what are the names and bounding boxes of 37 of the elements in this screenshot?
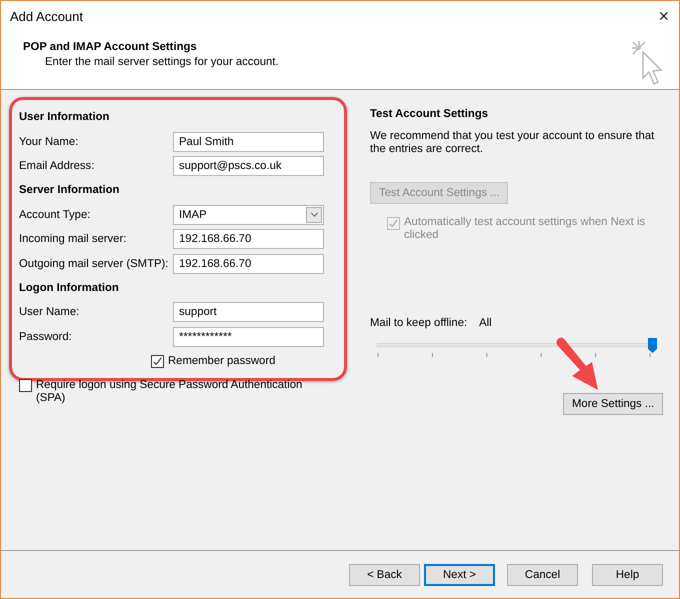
offline-slider[interactable] (377, 338, 657, 360)
input-field[interactable]: ************ (173, 326, 324, 347)
input-field[interactable]: support (173, 302, 324, 322)
section-heading: Test Account Settings (370, 108, 489, 120)
dialog-button[interactable]: < Back (349, 564, 420, 586)
input-field[interactable]: Paul Smith (173, 132, 324, 152)
dialog-button[interactable]: Next > (424, 564, 496, 586)
field-label: Incoming mail server: (19, 233, 128, 246)
section-heading: User Information (19, 111, 110, 124)
input-field[interactable]: 192.168.66.70 (173, 254, 324, 274)
field-label: Your Name: (19, 136, 80, 148)
window-title: Add Account (10, 9, 83, 24)
close-button[interactable]: × (654, 6, 673, 27)
offline-value: All (479, 317, 492, 329)
field-label: Account Type: (19, 208, 92, 221)
checkbox[interactable] (19, 379, 32, 392)
dialog-button[interactable]: Help (592, 564, 663, 586)
account-type-dropdown[interactable]: IMAP (173, 204, 324, 225)
description-text: We recommend that you test your account to ensure that the entries are correct. (370, 130, 656, 156)
offline-label: Mail to keep offline: (370, 317, 468, 329)
input-field[interactable]: support@pscs.co.uk (173, 156, 324, 176)
field-label: Outgoing mail server (SMTP): (19, 258, 170, 270)
page-title: POP and IMAP Account Settings (23, 41, 198, 53)
section-heading: Server Information (19, 184, 120, 196)
dialog-button[interactable]: Cancel (507, 564, 578, 586)
checkbox-label[interactable]: Remember password (168, 355, 276, 368)
field-label: User Name: (19, 306, 80, 318)
input-field[interactable]: 192.168.66.70 (173, 229, 324, 250)
more-settings-button[interactable]: More Settings ... (563, 393, 663, 415)
section-heading: Logon Information (19, 282, 119, 294)
page-subtitle: Enter the mail server settings for your account. (44, 56, 279, 68)
checkbox-label[interactable]: Require logon using Secure Password Authentication (SPA) (36, 379, 326, 405)
chevron-icon (306, 206, 322, 223)
field-label: Email Address: (19, 160, 96, 172)
field-label: Password: (19, 330, 73, 343)
slider-thumb[interactable] (648, 338, 657, 353)
checkbox[interactable] (151, 354, 164, 368)
